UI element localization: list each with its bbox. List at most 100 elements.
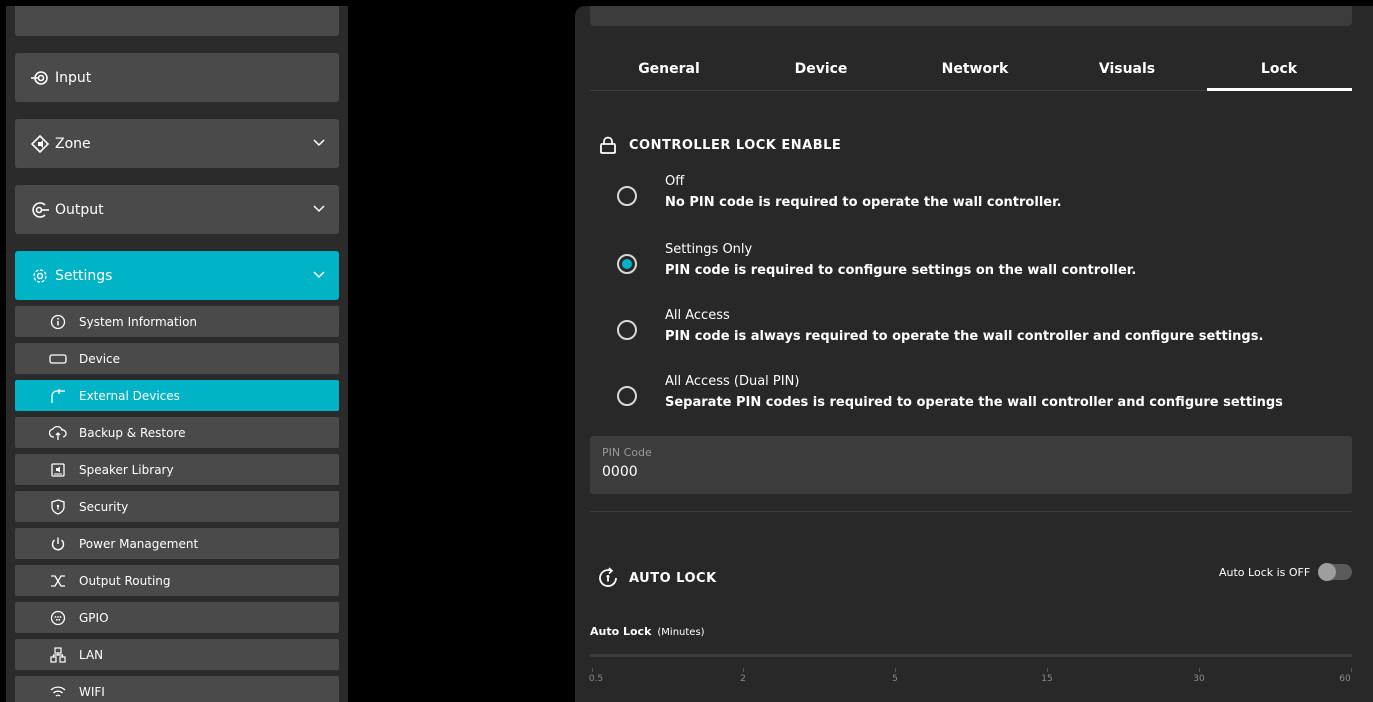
tab-device[interactable]: Device (745, 48, 897, 90)
tab-visuals[interactable]: Visuals (1051, 48, 1203, 90)
option-description: Separate PIN codes is required to operat… (665, 395, 1283, 410)
tab-network[interactable]: Network (899, 48, 1051, 90)
option-description: PIN code is required to configure settin… (665, 263, 1137, 278)
sub-item-label: Power Management (79, 536, 199, 551)
slider-tick-label: 30 (1193, 674, 1205, 684)
nav-label-zone: Zone (55, 135, 91, 152)
chevron-down-icon (313, 203, 325, 216)
sub-item-backup-restore[interactable]: Backup & Restore (15, 417, 339, 448)
sub-item-label: External Devices (79, 388, 180, 403)
sub-item-label: Output Routing (79, 573, 171, 588)
slider-tick-label: 0.5 (588, 674, 604, 684)
lan-icon (49, 646, 67, 664)
slider-tick (592, 668, 593, 672)
pin-code-value[interactable]: 0000 (602, 464, 638, 480)
wifi-icon (49, 683, 67, 701)
sub-item-label: GPIO (79, 610, 109, 625)
output-icon (29, 199, 51, 221)
option-title: All Access (665, 308, 730, 323)
toggle-knob[interactable] (1318, 563, 1336, 581)
nav-item-zone[interactable]: Zone (15, 119, 339, 168)
backup-icon (49, 424, 67, 442)
nav-item-settings[interactable]: Settings (15, 251, 339, 300)
option-title: Off (665, 174, 685, 189)
speaker-library-icon (49, 461, 67, 479)
slider-tick (1351, 668, 1352, 672)
radio-button[interactable] (617, 186, 637, 206)
option-description: No PIN code is required to operate the w… (665, 195, 1062, 210)
sub-item-label: Speaker Library (79, 462, 174, 477)
input-icon (29, 67, 51, 89)
option-title: Settings Only (665, 242, 753, 257)
top-bar (590, 6, 1352, 26)
radio-button-checked[interactable] (617, 254, 637, 274)
pin-code-label: PIN Code (602, 446, 652, 459)
slider-tick-label: 15 (1041, 674, 1053, 684)
sub-item-security[interactable]: Security (15, 491, 339, 522)
tab-lock[interactable]: Lock (1203, 48, 1355, 90)
chevron-down-icon (313, 269, 325, 282)
nav-label-input: Input (55, 69, 92, 86)
auto-lock-icon (597, 567, 619, 589)
settings-panel: General Device Network Visuals Lock CONT… (575, 6, 1373, 702)
nav-label-settings: Settings (55, 267, 113, 284)
routing-icon (49, 572, 67, 590)
lock-option-settings-only[interactable]: Settings Only PIN code is required to co… (617, 242, 1317, 292)
active-tab-indicator (1207, 88, 1352, 91)
info-icon (49, 313, 67, 331)
nav-item-partial-top[interactable] (15, 6, 339, 36)
auto-lock-label: AUTO LOCK (629, 570, 717, 586)
slider-label-text: Auto Lock (590, 625, 652, 638)
shield-icon (49, 498, 67, 516)
nav-item-input[interactable]: Input (15, 53, 339, 102)
sub-item-power-management[interactable]: Power Management (15, 528, 339, 559)
nav-label-output: Output (55, 201, 104, 218)
controller-lock-title: CONTROLLER LOCK ENABLE (597, 134, 841, 156)
sub-item-gpio[interactable]: GPIO (15, 602, 339, 633)
lock-option-off[interactable]: Off No PIN code is required to operate t… (617, 174, 1317, 224)
sub-item-wifi[interactable]: WIFI (15, 676, 339, 702)
sub-item-speaker-library[interactable]: Speaker Library (15, 454, 339, 485)
sub-item-system-information[interactable]: System Information (15, 306, 339, 337)
sub-item-external-devices[interactable]: External Devices (15, 380, 339, 411)
radio-button[interactable] (617, 386, 637, 406)
chevron-down-icon (313, 137, 325, 150)
lock-option-all-access[interactable]: All Access PIN code is always required t… (617, 308, 1317, 358)
sidebar: Input Zone Output Settings System Inform… (6, 6, 348, 702)
slider-tick-label: 5 (892, 674, 898, 684)
sub-item-lan[interactable]: LAN (15, 639, 339, 670)
auto-lock-slider[interactable] (590, 654, 1352, 657)
slider-tick-label: 60 (1339, 674, 1351, 684)
slider-tick (743, 668, 744, 672)
external-devices-icon (49, 387, 67, 405)
sub-item-label: WIFI (79, 684, 105, 699)
slider-unit: (Minutes) (657, 627, 705, 638)
sub-item-label: System Information (79, 314, 198, 329)
auto-lock-status-label: Auto Lock is OFF (1219, 566, 1311, 579)
auto-lock-toggle[interactable] (1318, 563, 1352, 581)
sub-item-label: Device (79, 351, 121, 366)
tab-general[interactable]: General (593, 48, 745, 90)
nav-item-output[interactable]: Output (15, 185, 339, 234)
gpio-icon (49, 609, 67, 627)
radio-button[interactable] (617, 320, 637, 340)
slider-tick (895, 668, 896, 672)
sub-item-label: LAN (79, 647, 104, 662)
lock-icon (597, 134, 619, 156)
slider-tick (1199, 668, 1200, 672)
section-divider (590, 511, 1352, 512)
controller-lock-label: CONTROLLER LOCK ENABLE (629, 137, 842, 153)
pin-code-field[interactable]: PIN Code 0000 (590, 436, 1352, 494)
zone-icon (29, 133, 51, 155)
auto-lock-title: AUTO LOCK (597, 567, 717, 589)
gear-icon (29, 265, 51, 287)
slider-tick (1047, 668, 1048, 672)
option-description: PIN code is always required to operate t… (665, 329, 1264, 344)
device-icon (49, 350, 67, 368)
option-title: All Access (Dual PIN) (665, 374, 800, 389)
sub-item-output-routing[interactable]: Output Routing (15, 565, 339, 596)
lock-option-all-access-dual-pin[interactable]: All Access (Dual PIN) Separate PIN codes… (617, 374, 1317, 424)
sub-item-label: Security (79, 499, 129, 514)
sub-item-label: Backup & Restore (79, 425, 186, 440)
sub-item-device[interactable]: Device (15, 343, 339, 374)
